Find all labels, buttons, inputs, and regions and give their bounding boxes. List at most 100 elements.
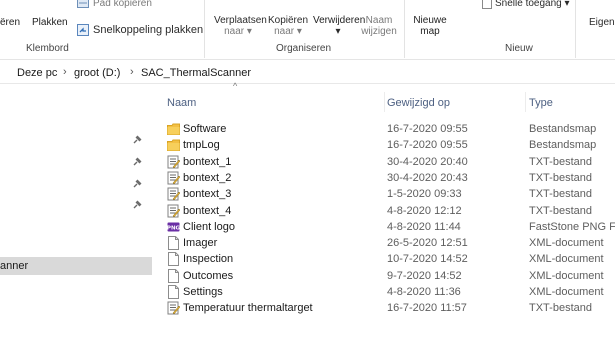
file-type: Bestandsmap [529,139,597,152]
svg-text:PNG: PNG [167,225,180,231]
file-row[interactable]: bontext_2 30-4-2020 20:43 TXT-bestand [164,170,615,186]
properties-button[interactable]: Eigen [589,17,615,28]
file-type: TXT-bestand [529,171,592,184]
file-row[interactable]: Imager 26-5-2020 12:51 XML-document [164,235,615,251]
new-folder-button[interactable]: Nieuwe map [408,15,452,37]
file-name: bontext_4 [183,204,232,217]
text-file-icon [167,155,181,169]
file-row[interactable]: bontext_3 1-5-2020 09:33 TXT-bestand [164,186,615,202]
file-type: FastStone PNG File [529,220,615,233]
file-date: 30-4-2020 20:43 [387,171,468,184]
file-row[interactable]: Software 16-7-2020 09:55 Bestandsmap [164,121,615,137]
file-date: 4-8-2020 11:36 [387,286,461,298]
file-date: 4-8-2020 12:12 [387,204,462,217]
file-type: Bestandsmap [529,123,597,135]
file-name: bontext_1 [183,155,232,168]
clipboard-group-label: Klembord [26,43,69,54]
chevron-down-icon: ▾ [335,26,341,37]
file-type: TXT-bestand [529,188,592,201]
ribbon-divider [204,0,205,58]
folder-icon [167,122,180,136]
file-row[interactable]: bontext_4 4-8-2020 12:12 TXT-bestand [164,203,615,219]
file-name: Software [183,123,227,135]
file-name: bontext_3 [183,188,232,201]
text-file-icon [167,171,181,185]
new-group-label: Nieuw [505,43,533,54]
file-type: XML-document [529,269,604,282]
paste-shortcut-button[interactable]: Snelkoppeling plakken [93,25,203,36]
file-date: 16-7-2020 11:57 [387,302,467,315]
easy-access-icon [482,0,492,9]
delete-button[interactable]: Verwijderen ▾ [313,15,366,37]
paste-button[interactable]: Plakken [32,17,68,28]
breadcrumb-drive[interactable]: groot (D:) [74,67,120,79]
file-type: XML-document [529,237,604,250]
copy-to-button[interactable]: Kopiëren naar ▾ [266,15,310,37]
ribbon: ëren Plakken Pad kopiëren Snelkoppeling … [0,0,615,60]
file-date: 1-5-2020 09:33 [387,188,462,201]
file-type: TXT-bestand [529,155,592,168]
pin-icon[interactable] [132,157,142,167]
file-type: XML-document [529,253,604,266]
xml-file-icon [167,252,180,267]
file-row[interactable]: Outcomes 9-7-2020 14:52 XML-document [164,268,615,284]
navigation-pane[interactable] [0,84,152,353]
file-date: 16-7-2020 09:55 [387,123,468,135]
column-header-name[interactable]: Naam [167,97,196,109]
file-date: 9-7-2020 14:52 [387,269,462,282]
pin-icon[interactable] [132,200,142,210]
address-bar[interactable]: Deze pc › groot (D:) › SAC_ThermalScanne… [0,62,615,84]
delete-label: Verwijderen [313,15,366,26]
file-date: 16-7-2020 09:55 [387,139,468,152]
file-date: 26-5-2020 12:51 [387,237,468,250]
xml-file-icon [167,236,180,251]
pin-icon[interactable] [132,135,142,145]
file-row[interactable]: Inspection 10-7-2020 14:52 XML-document [164,251,615,267]
move-to-button[interactable]: Verplaatsen naar ▾ [214,15,267,37]
breadcrumb-folder[interactable]: SAC_ThermalScanner [141,67,251,79]
file-type: XML-document [529,286,604,298]
file-name: Outcomes [183,269,234,282]
file-type: TXT-bestand [529,302,592,315]
file-row[interactable]: bontext_1 30-4-2020 20:40 TXT-bestand [164,154,615,170]
ribbon-divider [404,0,405,58]
file-name: Temperatuur thermaltarget [183,302,313,315]
file-date: 4-8-2020 11:44 [387,220,461,233]
new-folder-label-2: map [420,26,440,37]
copy-path-icon [77,0,89,8]
paste-shortcut-icon [77,24,89,36]
column-header-type[interactable]: Type [529,97,553,109]
copy-path-button[interactable]: Pad kopiëren [93,0,152,9]
copy-to-sub: naar ▾ [274,26,302,37]
column-header-date[interactable]: Gewijzigd op [387,97,450,109]
chevron-right-icon[interactable]: › [63,66,67,78]
column-divider[interactable] [384,92,385,112]
file-row[interactable]: Temperatuur thermaltarget 16-7-2020 11:57… [164,300,615,316]
file-row[interactable]: PNG Client logo 4-8-2020 11:44 FastStone PN… [164,219,615,235]
folder-icon [167,138,180,152]
xml-file-icon [167,268,180,283]
move-to-label: Verplaatsen [214,15,267,26]
new-folder-label-1: Nieuwe [413,15,447,26]
file-name: tmpLog [183,139,220,152]
file-date: 10-7-2020 14:52 [387,253,468,266]
move-to-sub: naar ▾ [224,26,252,37]
file-name: Imager [183,237,218,250]
copy-to-label: Kopiëren [267,15,309,26]
file-name: Settings [183,286,223,298]
chevron-right-icon[interactable]: › [130,66,134,78]
pin-icon[interactable] [132,179,142,189]
copy-button-label[interactable]: ëren [0,17,20,28]
text-file-icon [167,187,181,201]
nav-item-selected[interactable]: anner [0,257,152,275]
easy-access-button[interactable]: Snelle toegang ▾ [495,0,570,9]
file-row[interactable]: tmpLog 16-7-2020 09:55 Bestandsmap [164,137,615,153]
rename-button[interactable]: Naam wijzigen [358,15,400,37]
organize-group-label: Organiseren [276,43,332,54]
file-row[interactable]: Settings 4-8-2020 11:36 XML-document [164,284,615,300]
file-name: bontext_2 [183,171,232,184]
column-divider[interactable] [525,92,526,112]
breadcrumb-this-pc[interactable]: Deze pc [17,67,57,79]
ribbon-divider [575,0,576,58]
file-name: Client logo [183,220,235,233]
